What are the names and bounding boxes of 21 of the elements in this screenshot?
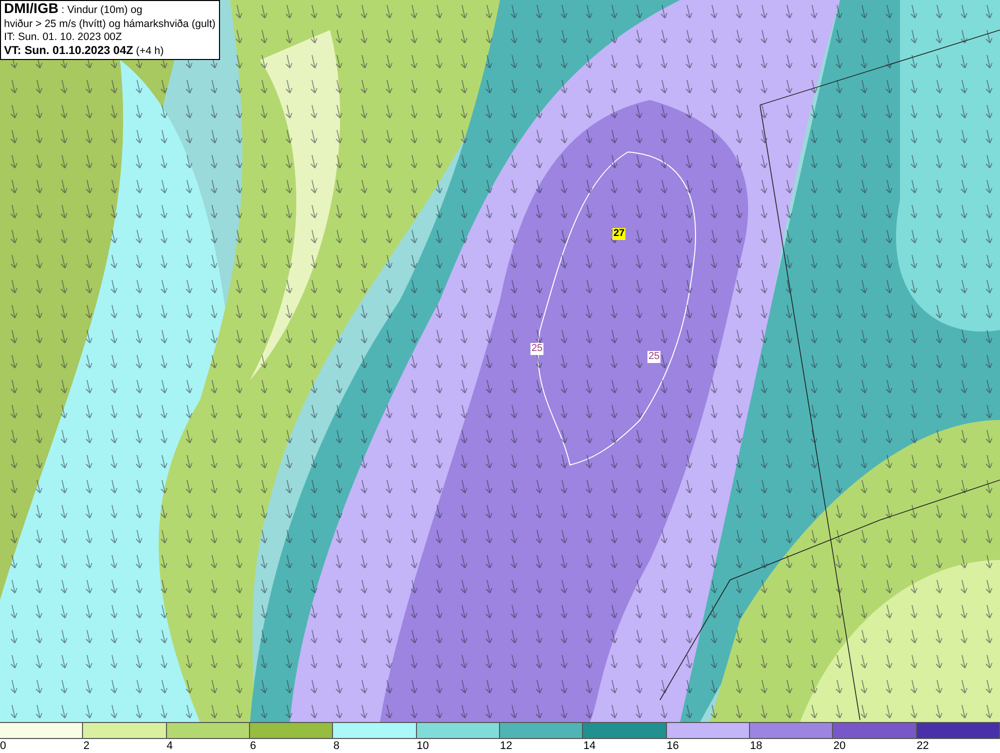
offset-text: (+4 h) bbox=[136, 44, 164, 56]
legend-tick: 18 bbox=[750, 739, 762, 753]
legend-tick: 14 bbox=[583, 739, 596, 753]
legend-tick: 22 bbox=[916, 739, 929, 753]
title-text: : Vindur (10m) og bbox=[61, 4, 142, 16]
legend-tick: 20 bbox=[833, 739, 846, 753]
valid-time: VT: Sun. 01.10.2023 04Z bbox=[4, 44, 134, 56]
legend-tick: 2 bbox=[83, 739, 90, 753]
legend-tick: 0 bbox=[0, 739, 6, 753]
source-label: DMI/IGB bbox=[4, 0, 58, 16]
contour-label: 25 bbox=[647, 351, 661, 363]
legend-tick: 10 bbox=[416, 739, 429, 753]
max-gust-label: 27 bbox=[612, 228, 626, 240]
subtitle-text: hviður > 25 m/s (hvítt) og hámarkshviða (gult) bbox=[4, 18, 216, 31]
legend-tick: 8 bbox=[333, 739, 340, 753]
legend-tick: 16 bbox=[666, 739, 679, 753]
legend-tick: 12 bbox=[500, 739, 512, 753]
legend-tick: 4 bbox=[166, 739, 173, 753]
initial-time: IT: Sun. 01. 10. 2023 00Z bbox=[4, 31, 123, 44]
legend-tick: 6 bbox=[250, 739, 256, 753]
contour-label: 25 bbox=[530, 343, 544, 355]
